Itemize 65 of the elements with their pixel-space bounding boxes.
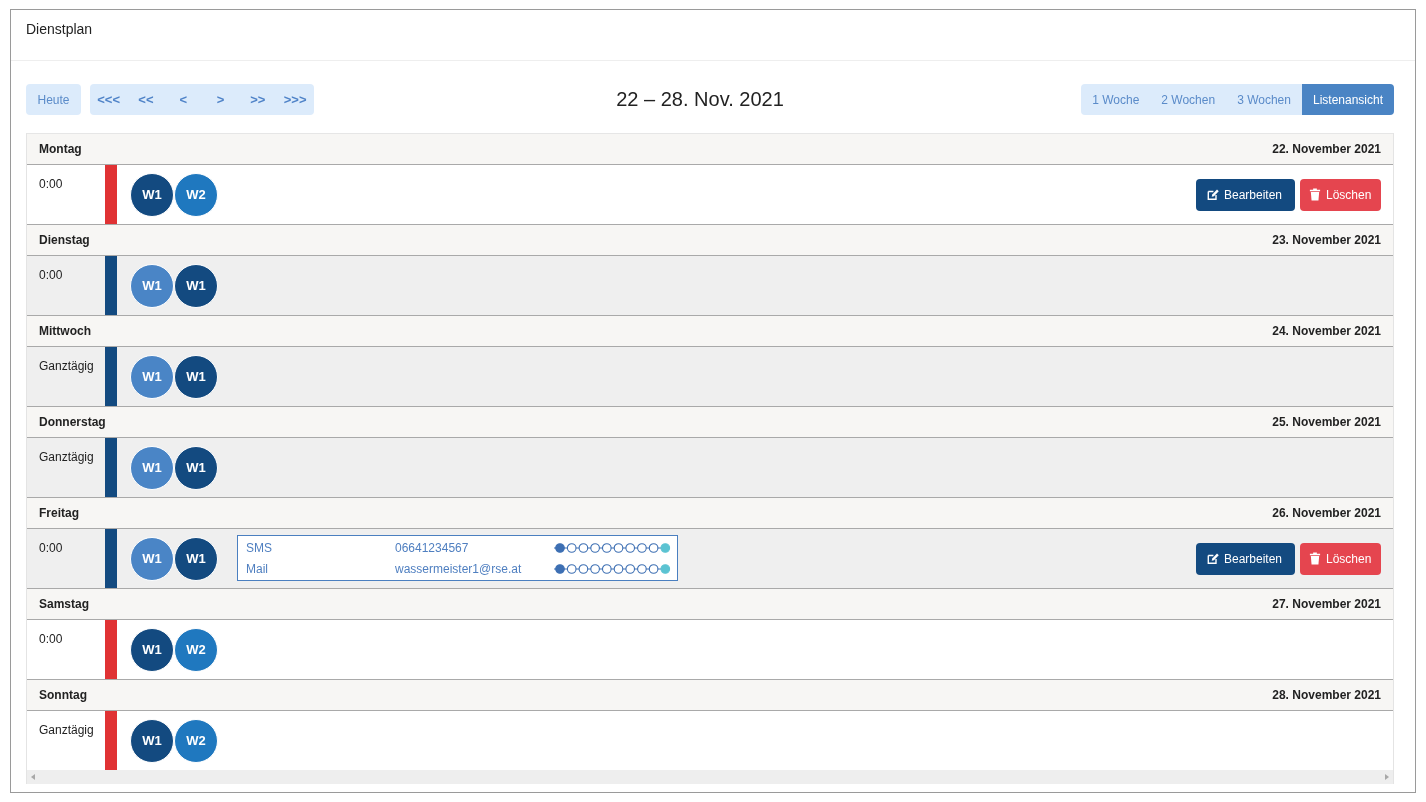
delete-button[interactable]: Löschen <box>1300 542 1381 575</box>
view-tab[interactable]: Listenansicht <box>1301 84 1394 115</box>
day-name: Donnerstag <box>39 415 106 429</box>
day-date: 25. November 2021 <box>1272 415 1381 429</box>
trash-icon <box>1309 188 1321 201</box>
scroll-right-icon[interactable] <box>1385 774 1389 780</box>
contact-channel: Mail <box>246 562 269 576</box>
event-time: 0:00 <box>39 632 63 646</box>
nav-button[interactable]: >>> <box>276 84 314 115</box>
contact-channel: SMS <box>246 541 273 555</box>
contact-address: wassermeister1@rse.at <box>395 562 523 576</box>
staff-avatar: W1 <box>130 263 174 308</box>
view-tab[interactable]: 3 Wochen <box>1226 84 1302 115</box>
horizontal-scrollbar[interactable] <box>27 770 1393 784</box>
staff-avatar: W1 <box>130 718 174 763</box>
nav-button[interactable]: < <box>164 84 202 115</box>
day-date: 28. November 2021 <box>1272 688 1381 702</box>
staff-avatar: W1 <box>130 445 174 490</box>
date-range-title: 22 – 28. Nov. 2021 <box>616 88 784 111</box>
event-time: Ganztägig <box>39 723 94 737</box>
delete-button[interactable]: Löschen <box>1300 178 1381 211</box>
staff-avatar: W2 <box>174 627 218 672</box>
scroll-left-icon[interactable] <box>31 774 35 780</box>
nav-button[interactable]: <<< <box>90 84 128 115</box>
nav-button[interactable]: > <box>201 84 240 115</box>
day-date: 22. November 2021 <box>1272 142 1381 156</box>
contact-address: 06641234567 <box>395 541 470 555</box>
nav-button[interactable]: << <box>127 84 165 115</box>
staff-avatar: W1 <box>174 536 218 581</box>
event-time: 0:00 <box>39 177 63 191</box>
view-tab[interactable]: 1 Woche <box>1081 84 1151 115</box>
staff-avatar: W2 <box>174 718 218 763</box>
staff-avatar: W1 <box>174 354 218 399</box>
staff-avatar: W1 <box>130 536 174 581</box>
event-time: Ganztägig <box>39 450 94 464</box>
edit-icon <box>1207 552 1219 565</box>
day-name: Samstag <box>39 597 90 611</box>
step-dots-icon <box>554 563 672 575</box>
step-dots-icon <box>554 542 672 554</box>
staff-avatar: W1 <box>130 172 174 217</box>
day-name: Freitag <box>39 506 79 520</box>
event-time: 0:00 <box>39 268 63 282</box>
trash-icon <box>1309 552 1321 565</box>
day-name: Mittwoch <box>39 324 91 338</box>
view-tab[interactable]: 2 Wochen <box>1150 84 1227 115</box>
day-date: 26. November 2021 <box>1272 506 1381 520</box>
staff-avatar: W1 <box>130 627 174 672</box>
edit-icon <box>1207 188 1219 201</box>
event-time: Ganztägig <box>39 359 94 373</box>
panel-title: Dienstplan <box>26 21 93 37</box>
staff-avatar: W2 <box>174 172 218 217</box>
edit-button[interactable]: Bearbeiten <box>1196 542 1295 575</box>
staff-avatar: W1 <box>174 445 218 490</box>
staff-avatar: W1 <box>130 354 174 399</box>
day-date: 23. November 2021 <box>1272 233 1381 247</box>
today-button[interactable]: Heute <box>26 84 81 115</box>
day-name: Dienstag <box>39 233 90 247</box>
day-date: 24. November 2021 <box>1272 324 1381 338</box>
staff-avatar: W1 <box>174 263 218 308</box>
edit-button[interactable]: Bearbeiten <box>1196 178 1295 211</box>
nav-button[interactable]: >> <box>239 84 277 115</box>
day-name: Sonntag <box>39 688 87 702</box>
day-date: 27. November 2021 <box>1272 597 1381 611</box>
event-time: 0:00 <box>39 541 63 555</box>
day-name: Montag <box>39 142 82 156</box>
